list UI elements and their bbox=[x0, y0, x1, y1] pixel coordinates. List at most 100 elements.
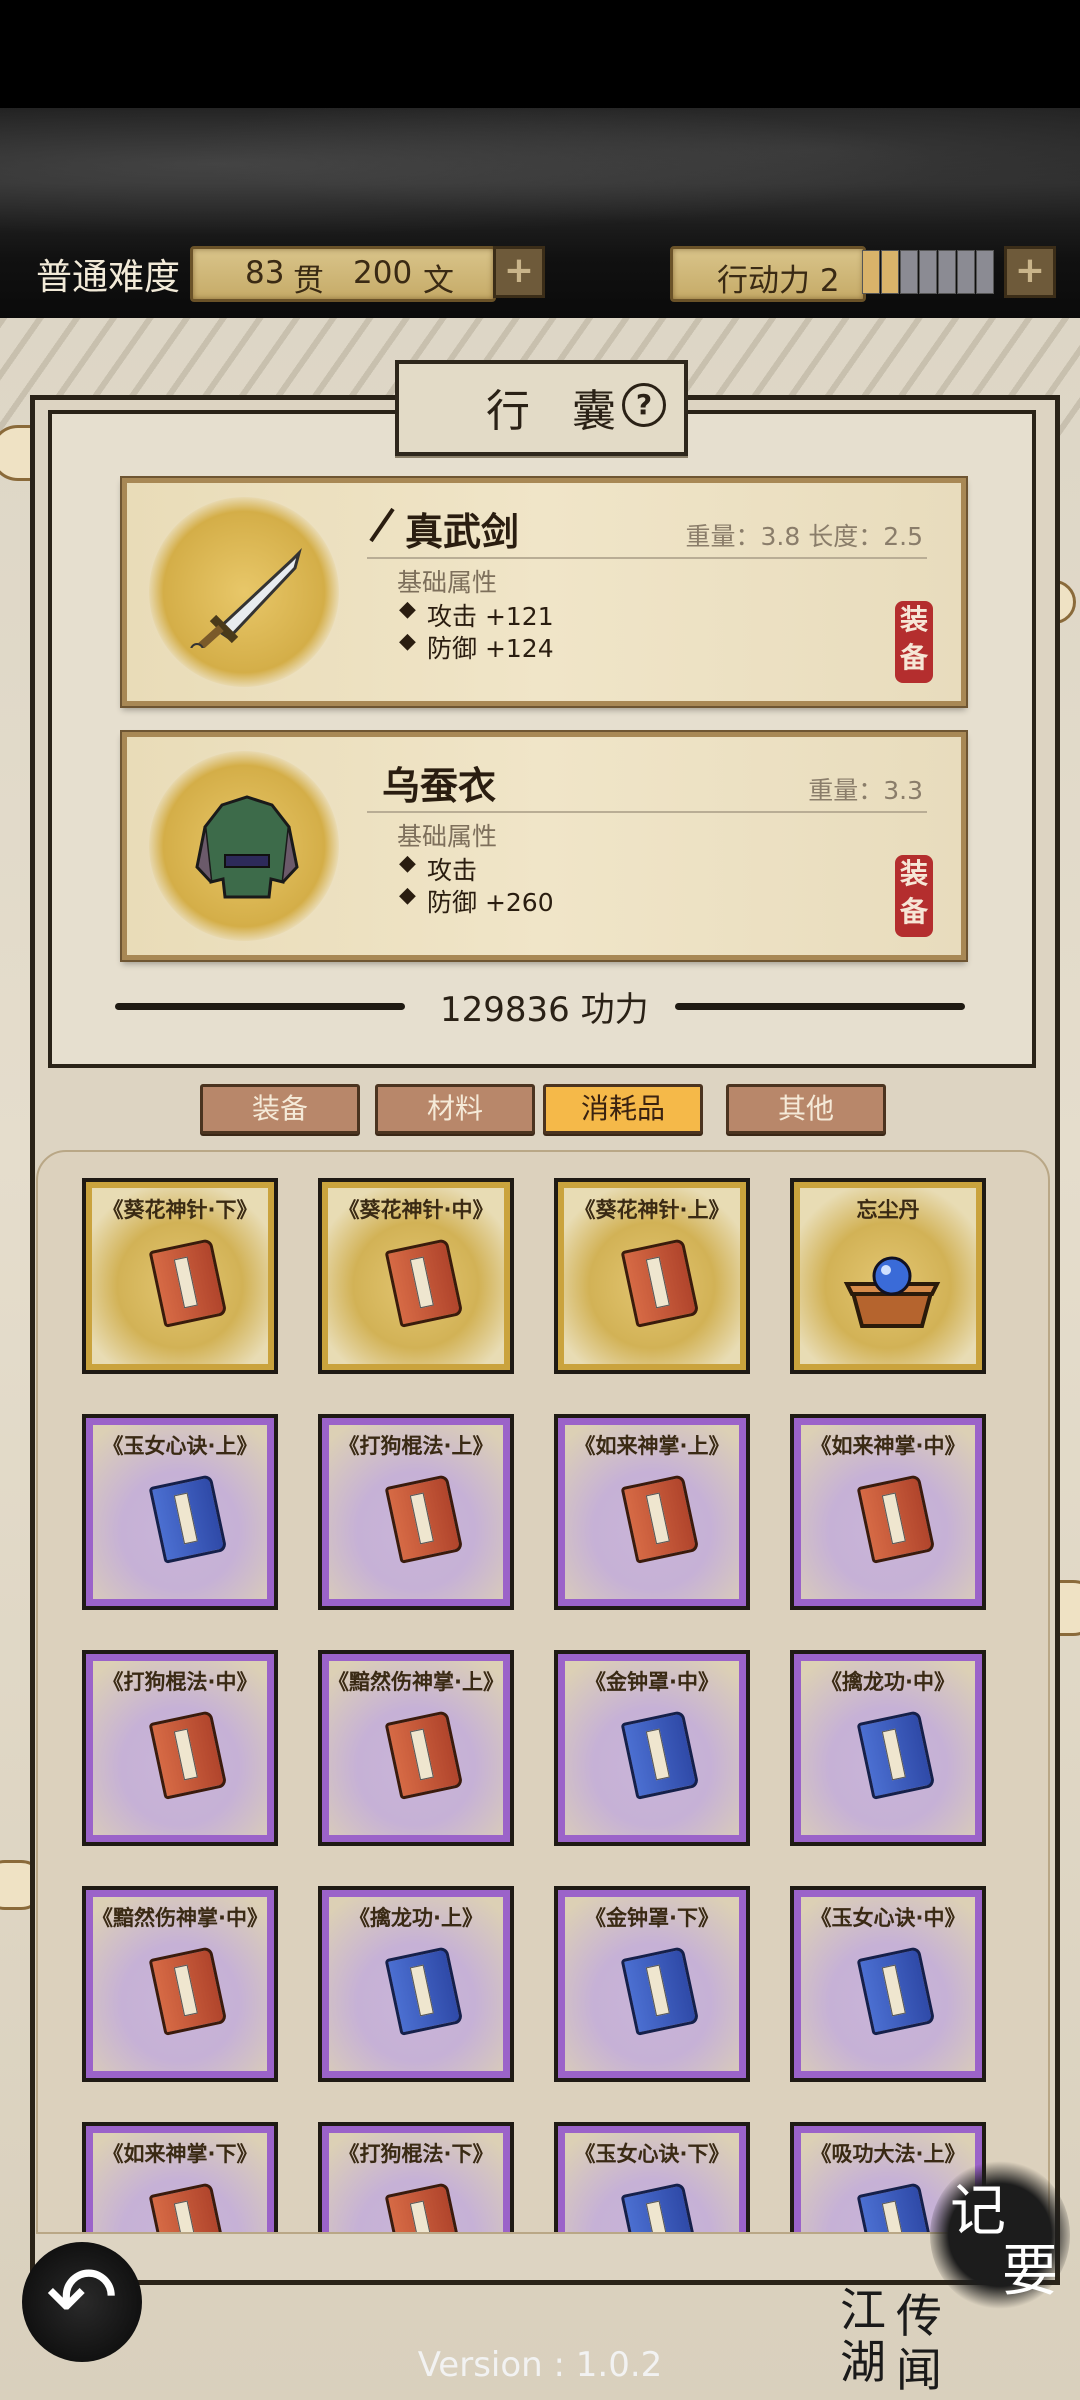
item-meta: 重量：3.8 长度：2.5 bbox=[685, 522, 923, 551]
equip-stamp[interactable]: 装备 bbox=[895, 601, 933, 683]
attr-title: 基础属性 bbox=[397, 822, 498, 851]
item-label: 《玉女心诀·下》 bbox=[574, 2142, 730, 2166]
attr-defense: 防御 +260 bbox=[399, 883, 554, 919]
item-label: 《葵花神针·下》 bbox=[102, 1198, 258, 1222]
red-book-icon bbox=[384, 1710, 464, 1800]
pill-box-icon bbox=[843, 1256, 941, 1328]
inventory-item-slot[interactable]: 《如来神掌·上》 bbox=[554, 1414, 750, 1610]
blue-book-icon bbox=[856, 2182, 936, 2232]
item-label: 《如来神掌·上》 bbox=[574, 1434, 730, 1458]
item-label: 《擒龙功·中》 bbox=[821, 1670, 955, 1694]
equip-stamp[interactable]: 装备 bbox=[895, 855, 933, 937]
red-book-icon bbox=[620, 1238, 700, 1328]
money-guan-value: 83 bbox=[245, 255, 285, 291]
page-title: 行 囊 bbox=[486, 386, 630, 437]
robe-icon bbox=[195, 795, 299, 899]
power-total: 129836 功力 bbox=[440, 990, 649, 1030]
item-label: 《玉女心诀·中》 bbox=[810, 1906, 966, 1930]
equipped-weapon-card[interactable]: 真武剑 重量：3.8 长度：2.5 基础属性 攻击 +121 防御 +124 装… bbox=[122, 478, 966, 706]
blue-book-icon bbox=[620, 1710, 700, 1800]
red-book-icon bbox=[148, 1238, 228, 1328]
money-wen-unit: 文 bbox=[423, 263, 454, 299]
attr-attack: 攻击 +121 bbox=[399, 597, 554, 633]
item-name: 真武剑 bbox=[405, 509, 520, 554]
divider bbox=[367, 557, 927, 559]
red-book-icon bbox=[148, 1710, 228, 1800]
item-label: 《黯然伤神掌·上》 bbox=[328, 1670, 504, 1694]
inventory-item-slot[interactable]: 《打狗棍法·下》 bbox=[318, 2122, 514, 2232]
action-points-bar: 行动力 2 bbox=[670, 246, 866, 302]
add-action-points-button[interactable]: + bbox=[1004, 246, 1056, 298]
blue-book-icon bbox=[856, 1710, 936, 1800]
money-guan-unit: 贯 bbox=[293, 263, 324, 299]
item-meta: 重量：3.3 bbox=[808, 776, 923, 805]
brush-divider-right bbox=[675, 1003, 965, 1010]
item-label: 《玉女心诀·上》 bbox=[102, 1434, 258, 1458]
inventory-item-slot[interactable]: 《玉女心诀·中》 bbox=[790, 1886, 986, 2082]
attr-title: 基础属性 bbox=[397, 568, 498, 597]
red-book-icon bbox=[384, 1238, 464, 1328]
item-label: 《打狗棍法·下》 bbox=[338, 2142, 494, 2166]
inventory-item-slot[interactable]: 《打狗棍法·上》 bbox=[318, 1414, 514, 1610]
action-point-segment bbox=[900, 250, 918, 294]
money-wen-value: 200 bbox=[353, 255, 413, 291]
blue-book-icon bbox=[148, 1474, 228, 1564]
tab-other[interactable]: 其他 bbox=[726, 1084, 886, 1134]
inventory-item-slot[interactable]: 《打狗棍法·中》 bbox=[82, 1650, 278, 1846]
blue-book-icon bbox=[620, 1946, 700, 2036]
item-label: 《如来神掌·中》 bbox=[810, 1434, 966, 1458]
blue-book-icon bbox=[384, 1946, 464, 2036]
inventory-item-slot[interactable]: 《擒龙功·中》 bbox=[790, 1650, 986, 1846]
item-label: 《如来神掌·下》 bbox=[102, 2142, 258, 2166]
weapon-type-icon bbox=[369, 507, 395, 543]
back-button[interactable]: ↶ bbox=[22, 2242, 142, 2362]
inventory-item-slot[interactable]: 《如来神掌·中》 bbox=[790, 1414, 986, 1610]
red-book-icon bbox=[384, 1474, 464, 1564]
add-money-button[interactable]: + bbox=[493, 246, 545, 298]
tab-consumables[interactable]: 消耗品 bbox=[543, 1084, 703, 1134]
inventory-item-slot[interactable]: 《玉女心诀·下》 bbox=[554, 2122, 750, 2232]
red-book-icon bbox=[384, 2182, 464, 2232]
equipped-armor-card[interactable]: 乌蚕衣 重量：3.3 基础属性 攻击 防御 +260 装备 bbox=[122, 732, 966, 960]
red-book-icon bbox=[148, 2182, 228, 2232]
red-book-icon bbox=[148, 1946, 228, 2036]
inventory-item-slot[interactable]: 《金钟罩·中》 bbox=[554, 1650, 750, 1846]
inventory-item-slot[interactable]: 忘尘丹 bbox=[790, 1178, 986, 1374]
action-points-label: 行动力 2 bbox=[717, 263, 840, 299]
brush-divider-left bbox=[115, 1003, 405, 1010]
action-point-segment bbox=[862, 250, 880, 294]
item-label: 《擒龙功·上》 bbox=[349, 1906, 483, 1930]
inventory-item-slot[interactable]: 《黯然伤神掌·上》 bbox=[318, 1650, 514, 1846]
inventory-item-slot[interactable]: 《葵花神针·中》 bbox=[318, 1178, 514, 1374]
attr-defense: 防御 +124 bbox=[399, 629, 554, 665]
red-book-icon bbox=[620, 1474, 700, 1564]
item-label: 《葵花神针·中》 bbox=[338, 1198, 494, 1222]
inventory-item-slot[interactable]: 《葵花神针·上》 bbox=[554, 1178, 750, 1374]
tab-equipment[interactable]: 装备 bbox=[200, 1084, 360, 1134]
inventory-item-slot[interactable]: 《如来神掌·下》 bbox=[82, 2122, 278, 2232]
item-name: 乌蚕衣 bbox=[382, 763, 497, 808]
tab-materials[interactable]: 材料 bbox=[375, 1084, 535, 1134]
item-label: 《金钟罩·下》 bbox=[585, 1906, 719, 1930]
sword-icon bbox=[190, 547, 302, 648]
action-point-segment bbox=[881, 250, 899, 294]
inventory-item-slot[interactable]: 《玉女心诀·上》 bbox=[82, 1414, 278, 1610]
item-label: 《葵花神针·上》 bbox=[574, 1198, 730, 1222]
help-icon[interactable]: ? bbox=[622, 383, 666, 427]
inventory-item-slot[interactable]: 《黯然伤神掌·中》 bbox=[82, 1886, 278, 2082]
item-grid[interactable]: 《葵花神针·下》 《葵花神针·中》 《葵花神针·上》 忘尘丹 《玉女心诀·上》 《打狗棍法… bbox=[36, 1150, 1050, 2234]
money-bar: 83 贯 200 文 bbox=[190, 246, 496, 302]
inventory-item-slot[interactable]: 《葵花神针·下》 bbox=[82, 1178, 278, 1374]
action-point-segment bbox=[976, 250, 994, 294]
item-label: 《吸功大法·上》 bbox=[810, 2142, 966, 2166]
inventory-item-slot[interactable]: 《擒龙功·上》 bbox=[318, 1886, 514, 2082]
blue-book-icon bbox=[620, 2182, 700, 2232]
attr-attack: 攻击 bbox=[399, 851, 477, 887]
difficulty-label: 普通难度 bbox=[36, 257, 181, 298]
item-label: 《打狗棍法·上》 bbox=[338, 1434, 494, 1458]
action-point-segment bbox=[919, 250, 937, 294]
blue-book-icon bbox=[856, 1946, 936, 2036]
item-label: 《金钟罩·中》 bbox=[585, 1670, 719, 1694]
inventory-item-slot[interactable]: 《金钟罩·下》 bbox=[554, 1886, 750, 2082]
action-point-segment bbox=[938, 250, 956, 294]
